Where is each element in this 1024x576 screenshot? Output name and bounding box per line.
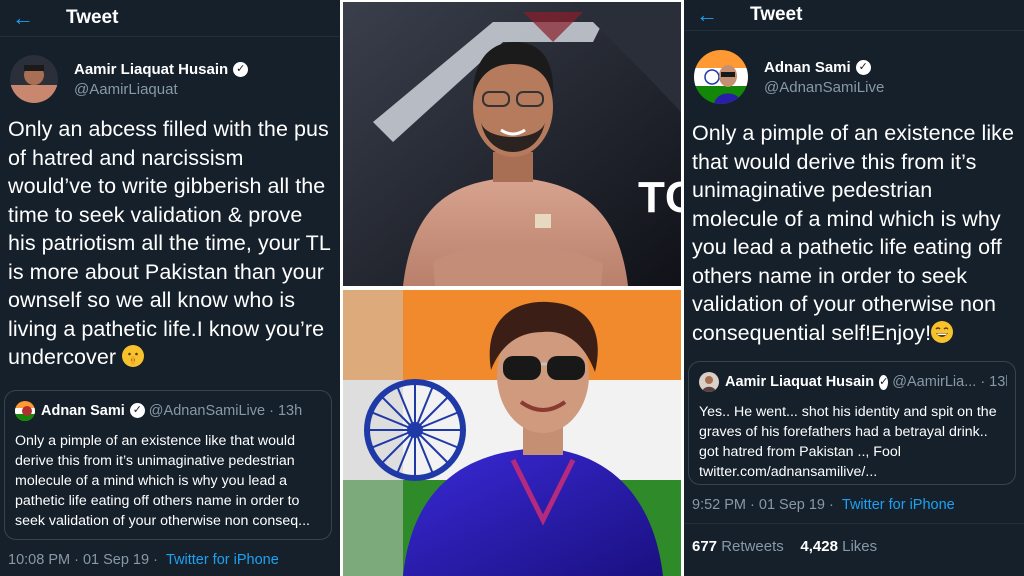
author-name[interactable]: Adnan Sami — [764, 59, 851, 76]
author-handle[interactable]: @AamirLiaquat — [74, 81, 248, 98]
quoted-author-handle: @AamirLia... — [892, 374, 977, 390]
left-tweet-panel: ← Tweet Aamir Liaquat Husain ✓ @AamirLia… — [0, 0, 340, 576]
likes-count[interactable]: 4,428 Likes — [800, 538, 877, 555]
tweet-author: Adnan Sami ✓ @AdnanSamiLive — [684, 31, 1024, 105]
man-in-kurta-photo: TC — [343, 2, 681, 286]
tweet-source-link[interactable]: Twitter for iPhone — [842, 497, 955, 513]
man-with-sunglasses-india-flag-photo — [343, 290, 681, 576]
tweet-meta: 9:52 PM · 01 Sep 19 · Twitter for iPhone — [684, 485, 1024, 513]
tweet-datetime: 9:52 PM · 01 Sep 19 · — [692, 497, 834, 513]
quoted-author-name: Aamir Liaquat Husain — [725, 374, 875, 390]
retweets-count[interactable]: 677 Retweets — [692, 538, 784, 555]
backdrop-text: TC — [638, 173, 681, 222]
tweet-text-content: Only an abcess filled with the pus of ha… — [8, 117, 331, 369]
author-name[interactable]: Aamir Liaquat Husain — [74, 61, 228, 78]
avatar[interactable] — [10, 55, 58, 103]
header-title: Tweet — [66, 7, 119, 28]
quoted-author-name: Adnan Sami — [41, 402, 125, 419]
quoted-text: Yes.. He went... shot his identity and s… — [699, 404, 997, 480]
tweet-source-link[interactable]: Twitter for iPhone — [166, 552, 279, 568]
quoted-time: · 13h — [269, 402, 303, 419]
back-arrow-icon[interactable]: ← — [690, 2, 724, 28]
grinning-face-emoji-icon — [931, 320, 954, 343]
quoted-time: · 13h — [980, 374, 1007, 390]
quoted-tweet[interactable]: Aamir Liaquat Husain ✓ @AamirLia... · 13… — [688, 361, 1016, 485]
tweet-header: ← Tweet — [0, 0, 340, 37]
quoted-tweet[interactable]: Adnan Sami ✓ @AdnanSamiLive · 13h Only a… — [4, 389, 332, 540]
verified-badge-icon: ✓ — [129, 403, 145, 418]
quoted-author-handle: @AdnanSamiLive — [148, 402, 266, 419]
tweet-stats: 677 Retweets 4,428 Likes — [684, 523, 1024, 568]
avatar[interactable] — [694, 50, 748, 104]
header-title: Tweet — [750, 4, 803, 25]
quoted-avatar — [699, 372, 719, 392]
right-tweet-panel: ← Tweet Adnan Sami ✓ @AdnanSamiLive Only… — [684, 0, 1024, 576]
tweet-datetime: 10:08 PM · 01 Sep 19 · — [8, 551, 158, 568]
tweet-text: Only an abcess filled with the pus of ha… — [0, 107, 340, 372]
back-arrow-icon[interactable]: ← — [6, 5, 40, 31]
quoted-text: Only a pimple of an existence like that … — [15, 432, 310, 529]
tweet-text-content: Only a pimple of an existence like that … — [692, 121, 1014, 345]
author-handle[interactable]: @AdnanSamiLive — [764, 79, 884, 96]
tweet-meta: 10:08 PM · 01 Sep 19 · Twitter for iPhon… — [0, 540, 340, 568]
verified-badge-icon: ✓ — [233, 61, 249, 77]
quoted-avatar — [15, 400, 35, 421]
tweet-author: Aamir Liaquat Husain ✓ @AamirLiaquat — [0, 37, 340, 107]
verified-badge-icon: ✓ — [879, 374, 889, 390]
tweet-header: ← Tweet — [684, 0, 1024, 31]
shushing-face-emoji-icon — [122, 345, 145, 367]
verified-badge-icon: ✓ — [855, 59, 871, 75]
tweet-text: Only a pimple of an existence like that … — [684, 105, 1024, 347]
